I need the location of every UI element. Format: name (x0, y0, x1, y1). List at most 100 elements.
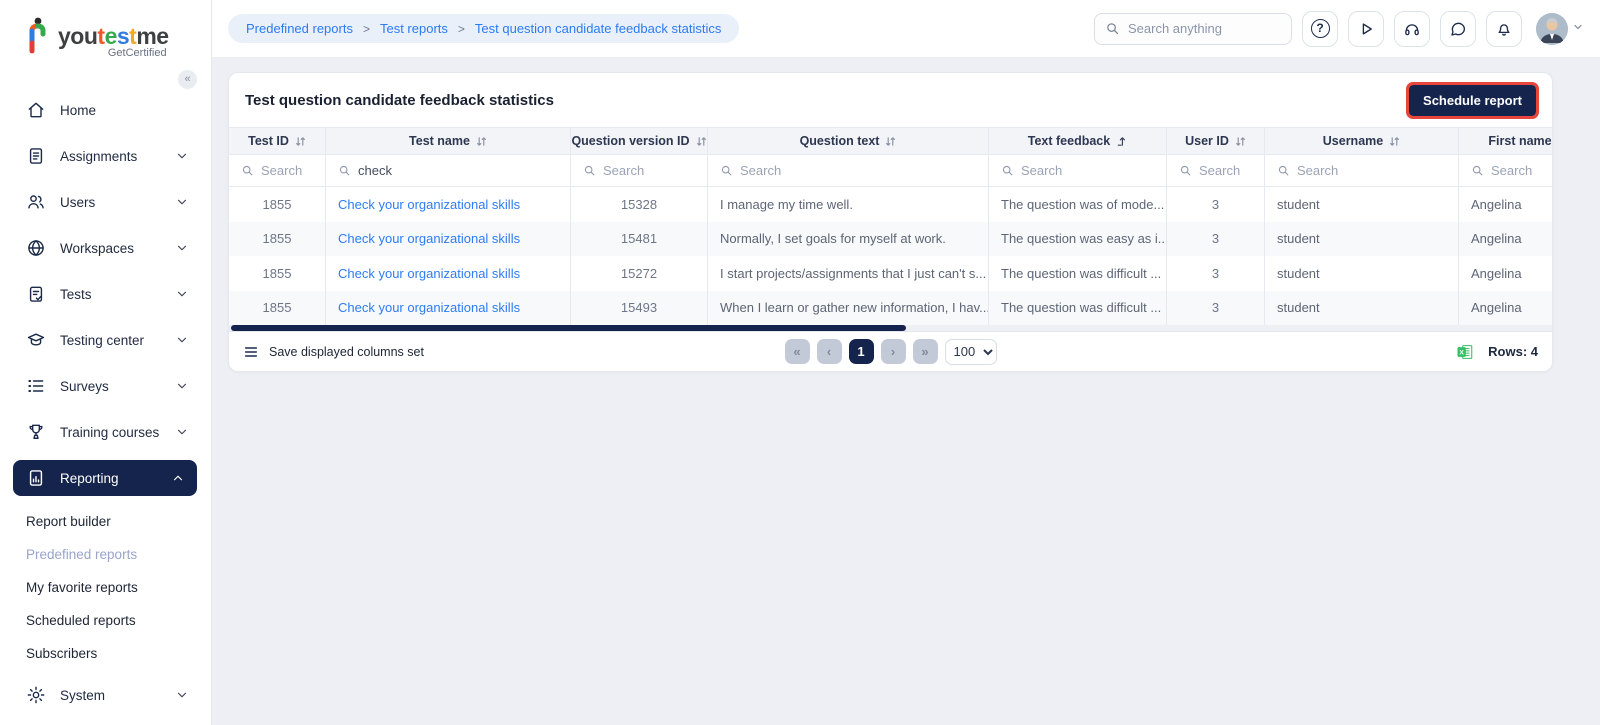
cell-text-feedback: The question was difficult ... (989, 256, 1167, 291)
sort-ascending-icon (1116, 136, 1127, 147)
users-icon (26, 192, 46, 212)
filter-username[interactable] (1297, 163, 1446, 178)
support-button[interactable] (1394, 11, 1430, 47)
current-page-button[interactable]: 1 (849, 339, 874, 364)
submenu-item-predefined-reports[interactable]: Predefined reports (0, 538, 211, 571)
submenu-item-scheduled-reports[interactable]: Scheduled reports (0, 604, 211, 637)
schedule-report-button[interactable]: Schedule report (1409, 85, 1536, 116)
column-header-question-version-id[interactable]: Question version ID (571, 128, 708, 154)
first-page-button[interactable]: « (785, 339, 810, 364)
tutorial-play-button[interactable] (1348, 11, 1384, 47)
submenu-item-report-builder[interactable]: Report builder (0, 505, 211, 538)
cell-user-id: 3 (1167, 291, 1265, 326)
breadcrumb-current-page[interactable]: Test question candidate feedback statist… (475, 21, 721, 36)
help-icon: ? (1311, 19, 1330, 38)
sidebar-item-home[interactable]: Home (0, 87, 211, 133)
column-header-first-name[interactable]: First name (1459, 128, 1552, 154)
page-title: Test question candidate feedback statist… (245, 92, 554, 109)
sidebar-item-system[interactable]: System (0, 672, 211, 718)
sidebar-item-assignments[interactable]: Assignments (0, 133, 211, 179)
sidebar-item-tests[interactable]: Tests (0, 271, 211, 317)
filter-test-name[interactable] (358, 163, 558, 178)
cell-user-id: 3 (1167, 187, 1265, 222)
sidebar-item-label: Workspaces (60, 241, 134, 256)
sort-icon (696, 136, 707, 147)
chevron-down-icon (175, 425, 189, 439)
notifications-button[interactable] (1486, 11, 1522, 47)
sidebar-collapse-button[interactable]: « (178, 70, 197, 89)
filter-text-feedback[interactable] (1021, 163, 1154, 178)
breadcrumb-link-predefined-reports[interactable]: Predefined reports (246, 21, 353, 36)
chat-icon (1449, 20, 1467, 38)
test-name-link[interactable]: Check your organizational skills (338, 266, 520, 281)
sort-icon (1235, 136, 1246, 147)
filter-question-text[interactable] (740, 163, 976, 178)
next-page-button[interactable]: › (881, 339, 906, 364)
save-columns-button[interactable]: Save displayed columns set (243, 344, 424, 360)
sort-icon (1389, 136, 1400, 147)
column-header-test-id[interactable]: Test ID (229, 128, 326, 154)
column-header-text-feedback[interactable]: Text feedback (989, 128, 1167, 154)
cell-question-text: When I learn or gather new information, … (708, 291, 989, 326)
sidebar-item-training-courses[interactable]: Training courses (0, 409, 211, 455)
test-name-link[interactable]: Check your organizational skills (338, 197, 520, 212)
rows-count-label: Rows: 4 (1488, 344, 1538, 359)
gear-icon (26, 685, 46, 705)
prev-page-button[interactable]: ‹ (817, 339, 842, 364)
search-icon (1105, 21, 1120, 36)
cell-username: student (1265, 256, 1459, 291)
brand-logo[interactable]: youtestme GetCertified (0, 0, 211, 71)
sidebar-item-testing-center[interactable]: Testing center (0, 317, 211, 363)
test-name-link[interactable]: Check your organizational skills (338, 231, 520, 246)
submenu-item-subscribers[interactable]: Subscribers (0, 637, 211, 670)
cell-username: student (1265, 291, 1459, 326)
chevron-down-icon (175, 333, 189, 347)
sort-icon (295, 136, 306, 147)
sidebar-item-reporting[interactable]: Reporting (13, 460, 197, 496)
filter-question-version-id[interactable] (603, 163, 695, 178)
filter-first-name[interactable] (1491, 163, 1552, 178)
help-button[interactable]: ? (1302, 11, 1338, 47)
chevron-down-icon (175, 688, 189, 702)
column-header-test-name[interactable]: Test name (326, 128, 571, 154)
sidebar-item-users[interactable]: Users (0, 179, 211, 225)
table-row: 1855 Check your organizational skills 15… (229, 222, 1552, 257)
reporting-submenu: Report builder Predefined reports My fav… (0, 501, 211, 672)
messages-button[interactable] (1440, 11, 1476, 47)
cell-user-id: 3 (1167, 222, 1265, 257)
chevron-down-icon (175, 287, 189, 301)
last-page-button[interactable]: » (913, 339, 938, 364)
clipboard-check-icon (26, 284, 46, 304)
search-input[interactable] (1128, 21, 1281, 36)
sidebar-item-workspaces[interactable]: Workspaces (0, 225, 211, 271)
cell-question-version-id: 15328 (571, 187, 708, 222)
sidebar: youtestme GetCertified « Home Assignment… (0, 0, 212, 725)
cell-question-version-id: 15493 (571, 291, 708, 326)
column-header-username[interactable]: Username (1265, 128, 1459, 154)
cell-first-name: Angelina (1459, 222, 1552, 257)
headphones-icon (1403, 20, 1421, 38)
submenu-item-my-favorite-reports[interactable]: My favorite reports (0, 571, 211, 604)
play-icon (1357, 20, 1375, 38)
test-name-link[interactable]: Check your organizational skills (338, 300, 520, 315)
assignments-icon (26, 146, 46, 166)
report-card: Test question candidate feedback statist… (228, 72, 1553, 372)
bell-icon (1495, 20, 1513, 38)
table-row: 1855 Check your organizational skills 15… (229, 291, 1552, 326)
cell-question-text: I start projects/assignments that I just… (708, 256, 989, 291)
export-excel-button[interactable]: X (1456, 343, 1474, 361)
svg-text:X: X (1460, 349, 1465, 356)
filter-test-id[interactable] (261, 163, 313, 178)
cell-test-id: 1855 (229, 187, 326, 222)
sidebar-item-label: Home (60, 103, 96, 118)
search-icon (1471, 164, 1484, 177)
sidebar-item-surveys[interactable]: Surveys (0, 363, 211, 409)
page-size-select[interactable]: 100 (945, 339, 997, 365)
user-menu[interactable] (1536, 13, 1584, 45)
filter-user-id[interactable] (1199, 163, 1252, 178)
search-icon (720, 164, 733, 177)
breadcrumb-link-test-reports[interactable]: Test reports (380, 21, 448, 36)
menu-icon (243, 344, 259, 360)
column-header-user-id[interactable]: User ID (1167, 128, 1265, 154)
column-header-question-text[interactable]: Question text (708, 128, 989, 154)
